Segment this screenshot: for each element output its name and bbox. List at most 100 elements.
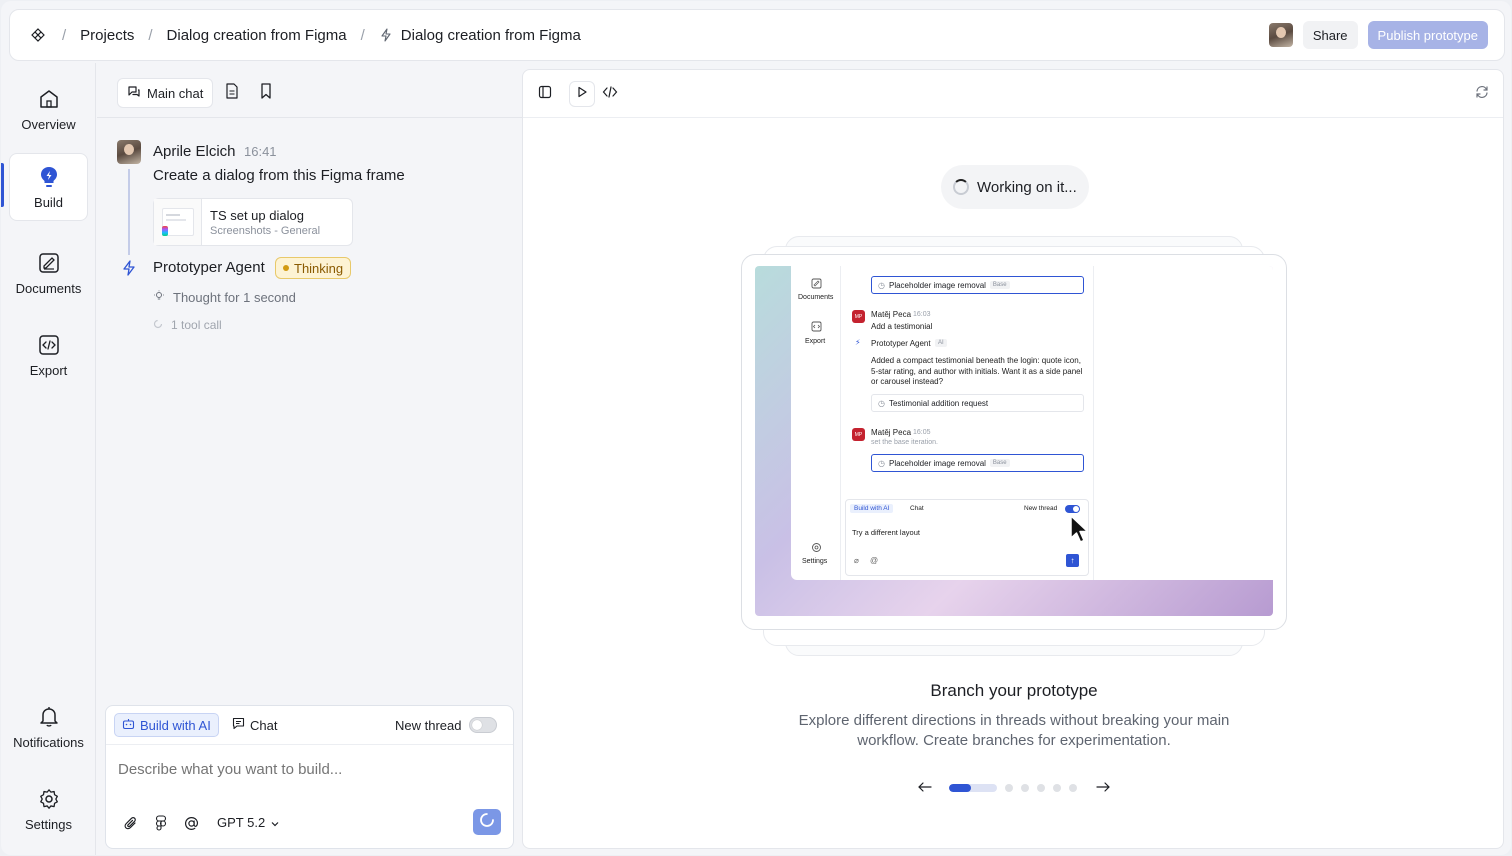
chevron-down-icon [271,815,279,830]
document-icon [225,82,239,104]
home-icon [37,87,61,111]
sidebar-item-label: Overview [21,116,76,132]
message-text: Create a dialog from this Figma frame [153,167,405,184]
avatar [117,140,141,164]
figma-icon[interactable] [152,814,170,832]
send-button[interactable] [473,809,501,835]
publish-prototype-button[interactable]: Publish prototype [1367,21,1488,49]
attachment-thumbnail [154,199,202,245]
robot-icon [122,718,135,733]
sidebar-item-documents[interactable]: Documents [9,239,88,307]
code-mode-button[interactable] [597,81,623,107]
sidebar-item-label: Notifications [13,734,84,750]
illustration-send-icon: ↑ [1066,554,1079,567]
illustration-nav-export: Export [805,338,826,345]
illustration-avatar: MP [852,310,865,323]
tab-document[interactable] [217,78,247,108]
carousel-prev-button[interactable] [917,780,933,796]
new-thread-toggle[interactable] [469,717,497,733]
tab-main-chat[interactable]: Main chat [117,78,214,108]
sidebar-item-overview[interactable]: Overview [9,75,88,143]
loading-icon [479,812,495,833]
tab-bookmark[interactable] [251,78,281,108]
illustration-mode-build: Build with AI [850,504,894,513]
illustration-composer: Build with AI Chat New thread Try a diff… [845,499,1089,576]
feature-illustration: Documents Export Settings ◷ Placeholder i… [755,266,1273,616]
refresh-icon [1475,85,1489,104]
working-label: Working on it... [977,178,1077,196]
carousel-dot-active[interactable] [949,784,997,792]
illustration-mode-chat: Chat [910,505,924,512]
illustration-agent-text: Added a compact testimonial beneath the … [871,356,1083,386]
attachment-card[interactable]: TS set up dialog Screenshots - General [153,198,353,246]
share-button[interactable]: Share [1302,21,1358,49]
cursor-icon [1070,515,1089,543]
tab-label: Main chat [147,85,204,101]
model-selector[interactable]: GPT 5.2 [217,815,279,830]
toggle-sidebar-button[interactable] [532,81,558,107]
illustration-avatar: MP [852,428,865,441]
illustration-window: Documents Export Settings ◷ Placeholder i… [791,266,1273,580]
code-icon [37,333,61,357]
illustration-sidebar: Documents Export Settings [791,266,841,580]
chat-bubble-icon [232,717,245,733]
at-mention-icon[interactable] [182,814,200,832]
breadcrumb-separator: / [360,26,365,44]
user-avatar[interactable] [1268,23,1293,47]
chat-mode-button[interactable]: Chat [228,713,281,737]
sidebar-item-settings[interactable]: Settings [9,775,88,843]
carousel-dot[interactable] [1037,784,1045,792]
prompt-input[interactable] [118,761,498,778]
refresh-button[interactable] [1469,81,1495,107]
breadcrumb-page[interactable]: Dialog creation from Figma [401,27,581,44]
carousel-dot[interactable] [1069,784,1077,792]
sidebar-item-export[interactable]: Export [9,321,88,389]
illustration-agent-tag: AI [935,339,947,347]
preview-panel: Working on it... Documents Export Settin… [522,69,1504,849]
arrow-right-icon [1096,779,1110,797]
paperclip-icon: ⌀ [854,556,859,565]
preview-mode-button[interactable] [569,81,595,107]
illustration-card-label: Placeholder image removal [888,280,986,290]
at-mention-icon: @ [870,556,879,565]
model-label: GPT 5.2 [217,815,266,830]
documents-icon [811,278,822,289]
app-window: / Projects / Dialog creation from Figma … [1,1,1511,855]
tool-call-row[interactable]: 1 tool call [153,318,222,332]
breadcrumb-projects[interactable]: Projects [80,27,134,44]
illustration-card-tag: Base [989,281,1010,289]
illustration-card: ◷ Testimonial addition request [871,394,1084,412]
carousel-dot[interactable] [1005,784,1013,792]
gear-icon [37,787,61,811]
illustration-prompt: Try a different layout [852,528,920,537]
breadcrumb-separator: / [62,26,67,44]
chat-tabs: Main chat [117,78,281,108]
illustration-card-label: Testimonial addition request [888,398,989,408]
documents-icon [37,251,61,275]
composer: Build with AI Chat New thread Describe w… [105,705,514,849]
illustration-card-tag: Base [989,459,1010,467]
build-with-ai-button[interactable]: Build with AI [114,713,219,737]
status-badge: Thinking [275,257,352,279]
thought-row[interactable]: Thought for 1 second [153,290,296,305]
app-logo-icon[interactable] [28,25,48,45]
illustration-card: ◷ Placeholder image removal Base [871,276,1084,294]
new-thread-label: New thread [395,718,462,733]
sidebar-item-build[interactable]: Build [9,153,88,221]
status-label: Thinking [294,260,344,276]
carousel-next-button[interactable] [1095,780,1111,796]
loading-icon [153,318,163,332]
thought-label: Thought for 1 second [173,290,296,305]
mode-label: Build with AI [140,717,211,733]
message-author: Aprile Elcich [153,143,236,160]
lightbulb-icon [37,165,61,189]
carousel-dot[interactable] [1021,784,1029,792]
lightning-icon: ⚡ [855,338,861,347]
working-status: Working on it... [941,165,1089,209]
breadcrumb-project[interactable]: Dialog creation from Figma [167,27,347,44]
code-icon [602,85,618,103]
carousel-dot[interactable] [1053,784,1061,792]
sidebar-item-notifications[interactable]: Notifications [9,693,88,761]
paperclip-icon[interactable] [122,814,140,832]
illustration-text: Add a testimonial [871,322,933,331]
